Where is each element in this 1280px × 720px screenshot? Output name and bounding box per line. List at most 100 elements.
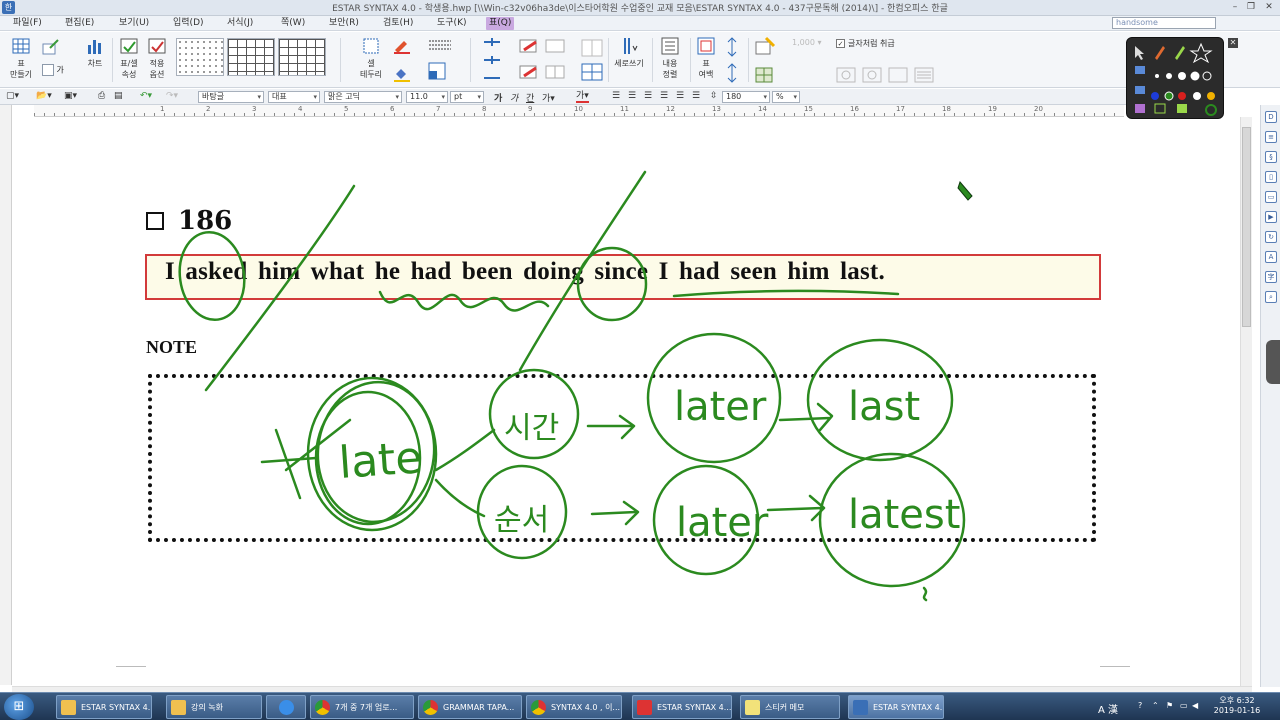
outline-icon[interactable]: ≡ [1265, 131, 1277, 143]
number-format-box[interactable]: 1,000 ▾ [792, 38, 821, 47]
menu-page[interactable]: 쪽(W) [278, 17, 308, 30]
zoom-input[interactable]: 180 [722, 91, 770, 103]
search-icon[interactable]: ⌕ [1265, 291, 1277, 303]
table-style-1[interactable] [176, 38, 224, 76]
input-method-icon[interactable]: A 漢 [1098, 701, 1118, 716]
style-select[interactable]: 바탕글 [198, 91, 264, 103]
merge-cell-icon[interactable] [544, 38, 566, 85]
cell-shade-icon[interactable] [428, 62, 446, 83]
font-search-input[interactable]: handsome [1112, 17, 1216, 29]
align-distribute-icon[interactable]: ☰ [676, 91, 684, 101]
underline-icon[interactable]: 간 [526, 91, 534, 104]
task-chrome-grammar[interactable]: GRAMMAR TAPA... [418, 695, 522, 719]
preview-icon[interactable]: ▤ [114, 91, 123, 101]
pen-color-icon[interactable] [392, 38, 412, 57]
task-lecture-folder[interactable]: 강의 녹화 [166, 695, 262, 719]
font-color-icon[interactable]: 가▾ [576, 91, 589, 103]
media-icon[interactable]: ▶ [1265, 211, 1277, 223]
minimize-icon[interactable]: – [1228, 2, 1242, 13]
task-chrome-syntax[interactable]: SYNTAX 4.0 , 이... [526, 695, 622, 719]
print-icon[interactable]: ⎙ [98, 91, 105, 101]
ribbon-divider [652, 38, 653, 82]
menu-review[interactable]: 검토(H) [380, 17, 416, 30]
task-estar-pdf[interactable]: ESTAR SYNTAX 4... [632, 695, 732, 719]
volume-icon[interactable]: ◀ [1192, 701, 1198, 710]
line-style-icon[interactable] [428, 38, 452, 52]
help-icon[interactable]: ? [1138, 701, 1142, 710]
content-align-button[interactable]: 내용 정렬 [656, 36, 684, 80]
task-estar-hwp[interactable]: ESTAR SYNTAX 4... [848, 695, 944, 719]
new-doc-icon[interactable]: ▢▾ [6, 91, 19, 101]
example-sentence[interactable]: I asked him what he had been doing since… [165, 258, 885, 286]
menu-edit[interactable]: 편집(E) [62, 17, 97, 30]
menu-security[interactable]: 보안(R) [326, 17, 362, 30]
line-spacing-icon[interactable]: ⇳ [710, 91, 718, 101]
open-folder-icon[interactable]: 📂▾ [36, 91, 52, 101]
menu-view[interactable]: 보기(U) [116, 17, 152, 30]
table-margin-button[interactable]: 표 여백 [692, 36, 720, 80]
make-table-button[interactable]: 표 만들기 [6, 36, 36, 80]
language-select[interactable]: 대표 [268, 91, 320, 103]
align-right-icon[interactable]: ☰ [660, 91, 668, 101]
table-style-2[interactable] [227, 38, 275, 76]
maximize-icon[interactable]: ❐ [1244, 2, 1258, 13]
task-estar-folder[interactable]: ESTAR SYNTAX 4... [56, 695, 152, 719]
vertical-ruler[interactable] [0, 105, 12, 685]
vertical-write-button[interactable]: 세로쓰기 [612, 36, 646, 69]
dictionary-icon[interactable]: 字 [1265, 271, 1277, 283]
task-internet-explorer[interactable] [266, 695, 306, 719]
block-calc-icon[interactable] [754, 66, 776, 87]
close-icon[interactable]: ✕ [1262, 2, 1276, 13]
translate-icon[interactable]: A [1265, 251, 1277, 263]
table-style-3[interactable] [278, 38, 326, 76]
menu-format[interactable]: 서식(J) [224, 17, 256, 30]
undo-icon[interactable]: ↶▾ [140, 91, 152, 101]
insert-row-icon[interactable] [480, 36, 504, 87]
menu-tools[interactable]: 도구(K) [434, 17, 470, 30]
pen-panel-close-icon[interactable]: ✕ [1228, 38, 1238, 48]
apply-option-button[interactable]: 적용 옵션 [144, 36, 170, 80]
treat-as-char-checkbox[interactable]: ✓ 글자처럼 취급 [836, 38, 895, 49]
task-sticky-notes[interactable]: 스티커 메모 [740, 695, 840, 719]
history-icon[interactable]: ↻ [1265, 231, 1277, 243]
doc-info-icon[interactable]: D [1265, 111, 1277, 123]
scrollbar-thumb[interactable] [1242, 127, 1251, 327]
clipboard-icon[interactable]: ▭ [1265, 191, 1277, 203]
network-icon[interactable]: ▭ [1180, 701, 1188, 710]
edit-cell-icon[interactable] [42, 38, 60, 59]
redo-icon[interactable]: ↷▾ [166, 91, 178, 101]
strikethrough-icon[interactable]: 가▾ [542, 91, 555, 104]
system-clock[interactable]: 오후 6:32 2019-01-16 [1204, 696, 1270, 716]
align-justify-icon[interactable]: ☰ [612, 91, 620, 101]
zoom-unit-select[interactable]: % [772, 91, 800, 103]
save-icon[interactable]: ▣▾ [64, 91, 77, 101]
italic-icon[interactable]: 가 [510, 91, 518, 104]
start-button[interactable]: ⊞ [4, 694, 34, 720]
flag-icon[interactable]: ⚑ [1166, 701, 1173, 710]
bold-icon[interactable]: 가 [494, 91, 502, 104]
formula-icon[interactable] [754, 36, 776, 61]
page-icon[interactable]: ▯ [1265, 171, 1277, 183]
table-properties-button[interactable]: 표/셀 속성 [116, 36, 142, 80]
tray-arrow-icon[interactable]: ⌃ [1152, 701, 1159, 710]
menu-file[interactable]: 파일(F) [10, 17, 45, 30]
split-cell-icon[interactable] [580, 38, 604, 85]
cell-size-icon[interactable] [722, 36, 742, 87]
font-select[interactable]: 맑은 고딕 [324, 91, 402, 103]
font-size-input[interactable]: 11.0 [406, 91, 448, 103]
fill-color-icon[interactable] [392, 66, 412, 85]
vertical-scrollbar[interactable] [1240, 117, 1252, 687]
style-icon[interactable]: § [1265, 151, 1277, 163]
chart-button[interactable]: 차트 [82, 36, 108, 69]
menu-table[interactable]: 표(Q) [486, 17, 515, 30]
delete-cell-icon[interactable] [518, 38, 540, 85]
menu-insert[interactable]: 입력(D) [170, 17, 207, 30]
side-drag-handle[interactable] [1266, 340, 1280, 384]
align-split-icon[interactable]: ☰ [692, 91, 700, 101]
font-unit-select[interactable]: pt [450, 91, 484, 103]
align-center-icon[interactable]: ☰ [644, 91, 652, 101]
cell-border-button[interactable]: 셀 테두리 [356, 36, 386, 80]
cell-style-button[interactable]: 가 [42, 64, 64, 76]
task-chrome-upload[interactable]: 7개 중 7개 업로... [310, 695, 414, 719]
align-left-icon[interactable]: ☰ [628, 91, 636, 101]
